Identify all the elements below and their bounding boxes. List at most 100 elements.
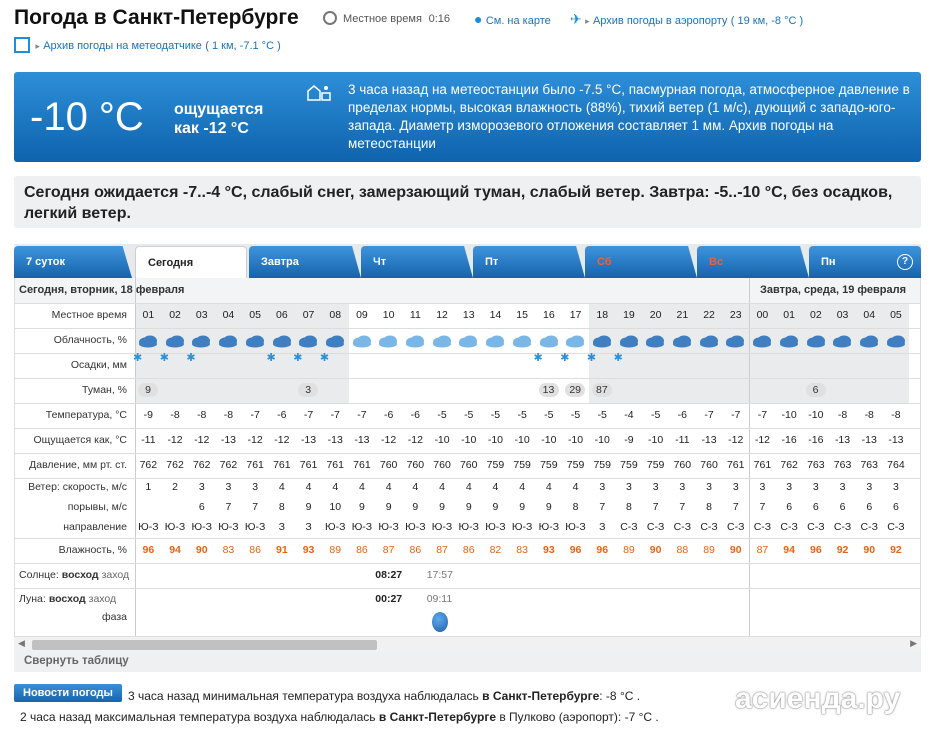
label-moon-a: Луна: bbox=[19, 593, 46, 605]
station-archive[interactable]: ▸ Архив погоды на метеодатчике ( 1 км, -… bbox=[14, 37, 281, 53]
direction-cell: Ю-З bbox=[378, 521, 399, 533]
cloud-icon bbox=[512, 335, 531, 348]
humidity-cell: 91 bbox=[276, 544, 288, 556]
direction-cell: Ю-З bbox=[565, 521, 586, 533]
snowflake-icon: ✱ bbox=[560, 352, 570, 364]
direction-cell: С-З bbox=[833, 521, 852, 533]
label-fog: Туман, % bbox=[82, 384, 127, 396]
news-item-2[interactable]: 2 часа назад максимальная температура во… bbox=[20, 710, 659, 724]
date-today: Сегодня, вторник, 18 февраля bbox=[19, 284, 185, 296]
feels-cell: -13 bbox=[220, 434, 237, 446]
tab-today[interactable]: Сегодня bbox=[135, 246, 247, 278]
pressure-cell: 760 bbox=[700, 459, 718, 471]
map-link-wrap[interactable]: ● См. на карте bbox=[474, 11, 551, 27]
wind-speed-cell: 3 bbox=[679, 481, 686, 493]
direction-cell: Ю-З bbox=[431, 521, 453, 533]
moonset-time: 09:11 bbox=[426, 593, 453, 605]
wind-speed-cell: 3 bbox=[225, 481, 232, 493]
cloud-icon bbox=[726, 335, 745, 348]
snowflake-icon: ✱ bbox=[533, 352, 543, 364]
tab-friday[interactable]: Пт bbox=[473, 246, 585, 278]
humidity-cell: 90 bbox=[649, 544, 662, 556]
gust-cell: 6 bbox=[893, 501, 899, 513]
tab-monday[interactable]: Пн? bbox=[809, 246, 921, 278]
row-divider bbox=[15, 563, 920, 588]
label-humidity: Влажность, % bbox=[58, 544, 127, 556]
tab-sunday[interactable]: Вс bbox=[697, 246, 809, 278]
feels-cell: -9 bbox=[624, 434, 634, 446]
gust-cell: 9 bbox=[545, 501, 552, 513]
scrollbar-thumb[interactable] bbox=[32, 640, 377, 650]
tab-tomorrow[interactable]: Завтра bbox=[249, 246, 361, 278]
gust-cell: 8 bbox=[626, 501, 632, 513]
humidity-cell: 92 bbox=[836, 544, 849, 556]
map-link[interactable]: См. на карте bbox=[486, 15, 551, 27]
tab-saturday[interactable]: Сб bbox=[585, 246, 697, 278]
temp-cell: -7 bbox=[303, 409, 314, 421]
pressure-cell: 759 bbox=[513, 459, 531, 471]
tab-thursday[interactable]: Чт bbox=[361, 246, 473, 278]
label-moon-c: заход bbox=[88, 593, 117, 605]
collapse-table-button[interactable]: Свернуть таблицу bbox=[14, 652, 921, 672]
news-badge[interactable]: Новости погоды bbox=[14, 684, 122, 702]
gust-cell: 7 bbox=[652, 501, 659, 513]
fog-badge: 13 bbox=[538, 383, 559, 397]
map-pin-icon: ● bbox=[474, 11, 483, 27]
station-archive-info[interactable]: ( 1 км, -7.1 °С ) bbox=[205, 40, 280, 52]
airport-archive-link[interactable]: Архив погоды в аэропорту bbox=[593, 15, 727, 27]
wind-speed-cell: 3 bbox=[866, 481, 873, 493]
hour-cell: 06 bbox=[276, 309, 288, 321]
label-moon: Луна: восход заход bbox=[19, 593, 122, 605]
tab-7-days[interactable]: 7 суток bbox=[14, 246, 132, 278]
news-item-1[interactable]: 3 часа назад минимальная температура воз… bbox=[128, 689, 640, 703]
pressure-cell: 760 bbox=[673, 459, 692, 471]
cloud-icon bbox=[592, 335, 611, 348]
humidity-cell: 93 bbox=[543, 544, 555, 556]
local-time-label: Местное время bbox=[343, 13, 422, 25]
wind-speed-cell: 3 bbox=[252, 481, 259, 493]
cloud-icon bbox=[859, 335, 878, 348]
forecast-tabs: 7 суток Сегодня Завтра Чт Пт Сб Вс Пн? bbox=[14, 244, 921, 278]
direction-cell: Ю-З bbox=[218, 521, 239, 533]
pressure-cell: 759 bbox=[646, 459, 665, 471]
airport-archive-info[interactable]: ( 19 км, -8 °С ) bbox=[731, 15, 803, 27]
direction-cell: Ю-З bbox=[138, 521, 159, 533]
scroll-left-arrow[interactable]: ◀ bbox=[18, 638, 25, 649]
cloud-icon bbox=[833, 335, 852, 348]
humidity-cell: 82 bbox=[489, 544, 502, 556]
cloud-icon bbox=[352, 335, 371, 348]
feels-cell: -10 bbox=[461, 434, 477, 446]
label-gusts: порывы, м/с bbox=[67, 501, 127, 513]
wind-speed-cell: 4 bbox=[278, 481, 285, 493]
fog-badge: 29 bbox=[565, 383, 586, 397]
humidity-cell: 86 bbox=[249, 544, 261, 556]
table-scrollbar[interactable]: ◀ ▶ bbox=[14, 636, 921, 652]
hour-cell: 03 bbox=[836, 309, 849, 321]
gust-cell: 7 bbox=[732, 501, 739, 513]
fog-badge: 9 bbox=[138, 383, 158, 397]
temp-cell: -6 bbox=[277, 409, 287, 421]
direction-cell: З bbox=[305, 521, 312, 533]
feels-cell: -10 bbox=[541, 434, 557, 446]
humidity-cell: 96 bbox=[596, 544, 609, 556]
temp-cell: -8 bbox=[864, 409, 874, 421]
hour-cell: 05 bbox=[890, 309, 902, 321]
local-time: Местное время 0:16 bbox=[323, 11, 450, 25]
pressure-cell: 762 bbox=[219, 459, 238, 471]
hour-cell: 01 bbox=[783, 309, 795, 321]
scroll-right-arrow[interactable]: ▶ bbox=[910, 638, 917, 649]
temp-cell: -7 bbox=[330, 409, 340, 421]
pressure-cell: 759 bbox=[566, 459, 585, 471]
humidity-cell: 94 bbox=[783, 544, 795, 556]
station-archive-link[interactable]: Архив погоды на метеодатчике bbox=[43, 40, 202, 52]
current-temp: -10 °С bbox=[30, 95, 144, 139]
snowflake-icon: ✱ bbox=[613, 352, 623, 364]
temp-cell: -5 bbox=[517, 409, 527, 421]
hour-cell: 04 bbox=[222, 309, 235, 321]
cloud-icon bbox=[272, 335, 291, 348]
snowflake-icon: ✱ bbox=[186, 352, 196, 364]
airport-archive[interactable]: ✈ ▸ Архив погоды в аэропорту ( 19 км, -8… bbox=[570, 11, 803, 28]
wind-speed-cell: 4 bbox=[359, 481, 365, 493]
gust-cell: 6 bbox=[198, 501, 205, 513]
help-icon[interactable]: ? bbox=[897, 254, 913, 270]
